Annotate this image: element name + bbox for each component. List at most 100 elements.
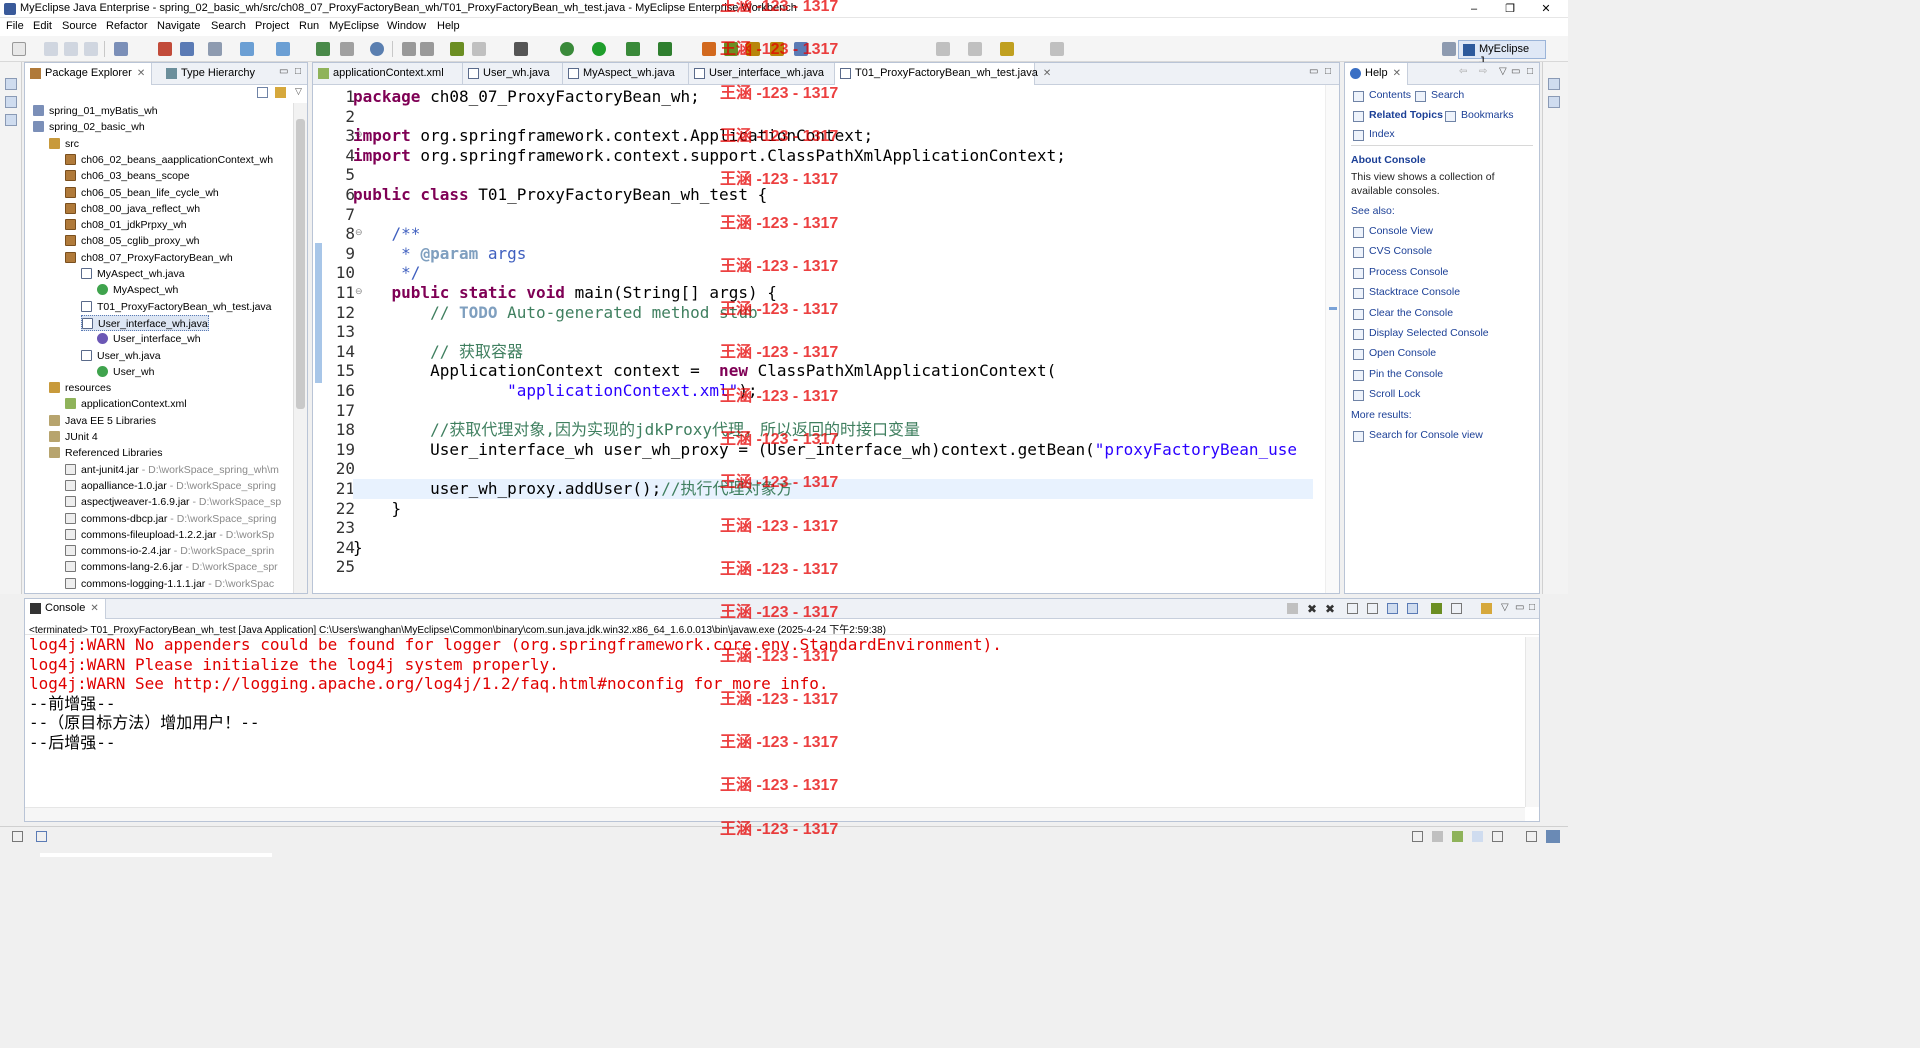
tree-item[interactable]: commons-lang-2.6.jar - D:\workSpace_spr: [65, 559, 278, 575]
menu-project[interactable]: Project: [255, 20, 289, 32]
tree-item[interactable]: commons-dbcp.jar - D:\workSpace_spring: [65, 511, 277, 527]
tab-console[interactable]: Console ✕: [25, 599, 106, 619]
tree-item[interactable]: User_wh.java: [81, 348, 161, 364]
tree-item[interactable]: aspectjweaver-1.6.9.jar - D:\workSpace_s…: [65, 494, 281, 510]
terminate-icon[interactable]: [1287, 603, 1298, 614]
previous-annotation-icon[interactable]: [968, 42, 982, 56]
menu-search[interactable]: Search: [211, 20, 246, 32]
lock-icon[interactable]: [208, 42, 222, 56]
tree-item[interactable]: MyAspect_wh.java: [81, 266, 185, 282]
console-horizontal-scrollbar[interactable]: [25, 807, 1525, 821]
help-link[interactable]: Pin the Console: [1369, 368, 1443, 380]
search-icon[interactable]: [794, 42, 808, 56]
tree-item[interactable]: ch08_05_cglib_proxy_wh: [65, 233, 200, 249]
menu-file[interactable]: File: [6, 20, 24, 32]
tree-item[interactable]: ch08_00_java_reflect_wh: [65, 201, 200, 217]
restore-icon[interactable]: [5, 78, 17, 90]
console-vertical-scrollbar[interactable]: [1525, 637, 1539, 807]
menu-myeclipse[interactable]: MyEclipse: [329, 20, 379, 32]
problems-icon[interactable]: [1472, 831, 1483, 842]
tree-item[interactable]: src: [49, 136, 79, 152]
minimize-editor-icon[interactable]: ▭: [1309, 66, 1318, 77]
tree-item[interactable]: aopalliance-1.0.jar - D:\workSpace_sprin…: [65, 478, 276, 494]
overview-ruler[interactable]: [1325, 85, 1339, 593]
outline-icon[interactable]: [36, 831, 47, 842]
progress-icon[interactable]: [1492, 831, 1503, 842]
help-link[interactable]: Scroll Lock: [1369, 388, 1420, 400]
close-icon[interactable]: ✕: [1393, 68, 1401, 79]
tree-item[interactable]: User_interface_wh: [97, 331, 201, 347]
menu-edit[interactable]: Edit: [33, 20, 52, 32]
fast-view-icon[interactable]: [12, 831, 23, 842]
remove-all-terminated-icon[interactable]: ✖: [1325, 602, 1335, 616]
help-link[interactable]: Stacktrace Console: [1369, 286, 1460, 298]
help-nav-contents[interactable]: Contents: [1369, 89, 1411, 101]
maximize-view-icon[interactable]: □: [1529, 602, 1535, 613]
tools-icon[interactable]: [420, 42, 434, 56]
help-link[interactable]: Display Selected Console: [1369, 327, 1489, 339]
tree-item[interactable]: ch06_02_beans_aapplicationContext_wh: [65, 152, 273, 168]
deploy-icon[interactable]: [158, 42, 172, 56]
menu-refactor[interactable]: Refactor: [106, 20, 148, 32]
next-annotation-icon[interactable]: [936, 42, 950, 56]
editor-tab[interactable]: T01_ProxyFactoryBean_wh_test.java ✕: [835, 63, 1051, 85]
task-marker[interactable]: [1329, 307, 1337, 310]
outline-view-icon[interactable]: [5, 114, 17, 126]
print-icon[interactable]: [84, 42, 98, 56]
close-icon[interactable]: ✕: [137, 68, 145, 79]
tree-item[interactable]: Java EE 5 Libraries: [49, 413, 156, 429]
external-tools-icon[interactable]: [402, 42, 416, 56]
console-output[interactable]: log4j:WARN No appenders could be found f…: [29, 637, 1525, 807]
menu-run[interactable]: Run: [299, 20, 319, 32]
clear-console-icon[interactable]: [1347, 603, 1358, 614]
maximize-editor-icon[interactable]: □: [1325, 66, 1331, 77]
maximize-view-icon[interactable]: □: [295, 66, 301, 77]
run-icon[interactable]: [592, 42, 606, 56]
pin-console-icon[interactable]: [1431, 603, 1442, 614]
tree-item[interactable]: applicationContext.xml: [65, 396, 187, 412]
coverage-icon[interactable]: [626, 42, 640, 56]
close-window-button[interactable]: ✕: [1524, 0, 1568, 18]
servers-view-icon[interactable]: [5, 96, 17, 108]
new-package-icon[interactable]: [746, 42, 760, 56]
tree-item[interactable]: spring_01_myBatis_wh: [33, 103, 158, 119]
tasks-icon[interactable]: [1452, 831, 1463, 842]
editor-tab[interactable]: User_interface_wh.java: [689, 63, 835, 85]
folder-icon[interactable]: [770, 42, 784, 56]
browser-icon[interactable]: [370, 42, 384, 56]
help-search-link[interactable]: Search for Console view: [1369, 429, 1483, 441]
tree-item[interactable]: User_wh: [97, 364, 154, 380]
open-perspective-icon[interactable]: [1442, 42, 1456, 56]
view-menu-icon[interactable]: ▽: [1499, 66, 1507, 77]
code-area[interactable]: package ch08_07_ProxyFactoryBean_wh; impo…: [353, 85, 1313, 593]
open-console-icon[interactable]: [1481, 603, 1492, 614]
save-all-icon[interactable]: [64, 42, 78, 56]
minimize-view-icon[interactable]: ▭: [1515, 602, 1524, 613]
tree-item[interactable]: commons-fileupload-1.2.2.jar - D:\workSp: [65, 527, 274, 543]
web-icon[interactable]: [316, 42, 330, 56]
outline-view-icon[interactable]: [1548, 96, 1560, 108]
open-type-icon[interactable]: [240, 42, 254, 56]
tab-type-hierarchy[interactable]: Type Hierarchy: [161, 63, 261, 85]
tree-item[interactable]: T01_ProxyFactoryBean_wh_test.java: [81, 299, 272, 315]
help-link[interactable]: Process Console: [1369, 266, 1448, 278]
debug-icon[interactable]: [560, 42, 574, 56]
back-icon[interactable]: [1000, 42, 1014, 56]
tree-item[interactable]: resources: [49, 380, 111, 396]
forward-icon[interactable]: [1050, 42, 1064, 56]
scrollbar-thumb[interactable]: [296, 119, 305, 409]
help-nav-bookmarks[interactable]: Bookmarks: [1461, 109, 1514, 121]
tab-help[interactable]: Help ✕: [1345, 63, 1409, 85]
minimize-view-icon[interactable]: ▭: [279, 66, 288, 77]
remove-launch-icon[interactable]: ✖: [1307, 602, 1317, 616]
tree-item[interactable]: commons-io-2.4.jar - D:\workSpace_sprin: [65, 543, 274, 559]
save-icon[interactable]: [44, 42, 58, 56]
help-link[interactable]: Clear the Console: [1369, 307, 1453, 319]
tree-scrollbar[interactable]: [293, 103, 307, 593]
close-icon[interactable]: ✕: [1043, 68, 1051, 79]
maximize-view-icon[interactable]: □: [1527, 66, 1533, 77]
forward-nav-icon[interactable]: ⇨: [1479, 66, 1487, 77]
tree-item[interactable]: ant-junit4.jar - D:\workSpace_spring_wh\…: [65, 462, 279, 478]
perspective-switcher[interactable]: MyEclipse J...: [1458, 40, 1546, 67]
maximize-icon[interactable]: [1546, 830, 1560, 843]
